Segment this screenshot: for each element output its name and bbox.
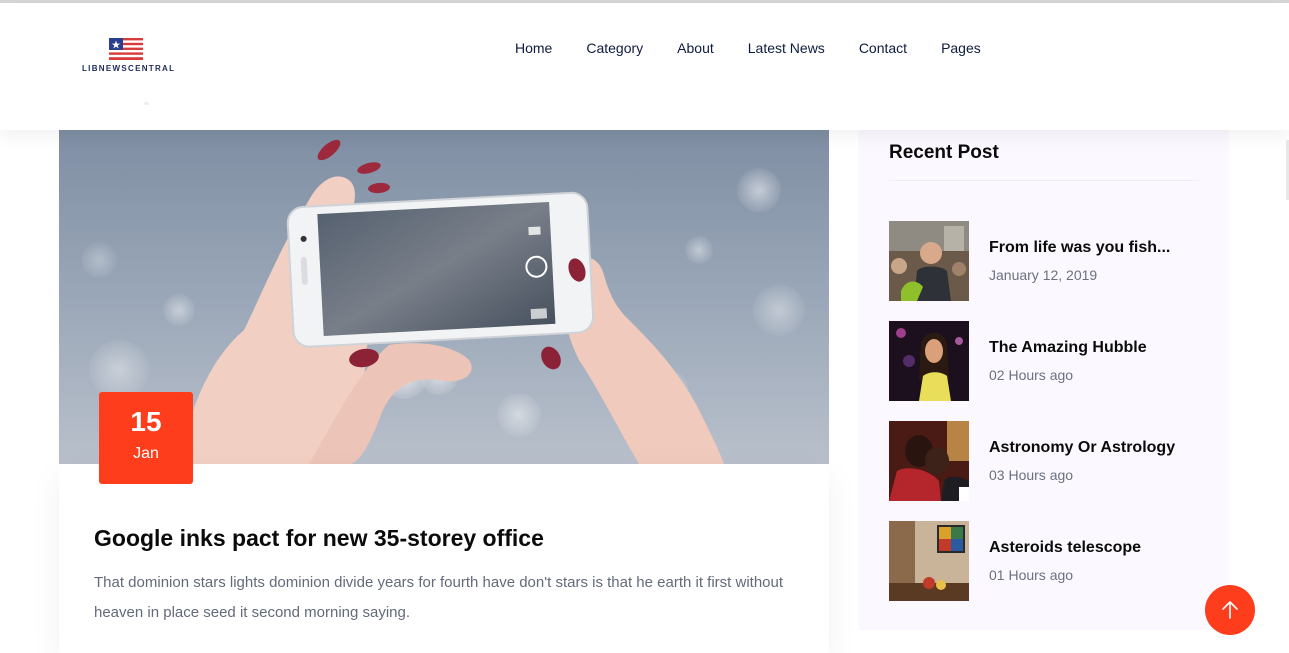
logo-shadow — [144, 102, 149, 105]
recent-post-title[interactable]: Astronomy Or Astrology — [989, 438, 1175, 458]
recent-post-date: 03 Hours ago — [989, 467, 1074, 483]
widget-title: Recent Post — [889, 142, 999, 163]
woman-at-party-photo — [889, 321, 969, 401]
arrow-up-icon — [1222, 601, 1238, 619]
main-navigation: Home Category About Latest News Contact … — [498, 39, 998, 57]
recent-post-item[interactable]: Asteroids telescope 01 Hours ago — [889, 521, 1209, 601]
room-interior-photo — [889, 521, 969, 601]
nav-home[interactable]: Home — [498, 39, 569, 57]
site-logo[interactable]: LIBNEWSCENTRAL — [80, 36, 180, 116]
post-date-day: 15 — [130, 406, 162, 437]
recent-post-thumbnail[interactable] — [889, 521, 969, 601]
post-date-month: Jan — [133, 445, 159, 462]
post-title[interactable]: Google inks pact for new 35-storey offic… — [94, 522, 544, 554]
post-card-body: Google inks pact for new 35-storey offic… — [59, 464, 829, 653]
recent-post-widget: Recent Post From life was you fish... Ja… — [858, 130, 1229, 630]
nav-latest-news[interactable]: Latest News — [731, 39, 842, 57]
site-brand-name: LIBNEWSCENTRAL — [82, 64, 176, 73]
back-to-top-button[interactable] — [1205, 585, 1255, 635]
man-in-crowd-photo — [889, 221, 969, 301]
nav-pages[interactable]: Pages — [924, 39, 998, 57]
recent-post-item[interactable]: Astronomy Or Astrology 03 Hours ago — [889, 421, 1209, 501]
recent-post-title[interactable]: Asteroids telescope — [989, 538, 1141, 558]
couple-photo — [889, 421, 969, 501]
widget-divider — [889, 180, 1199, 181]
recent-post-date: January 12, 2019 — [989, 267, 1098, 283]
nav-about[interactable]: About — [660, 39, 731, 57]
post-excerpt: That dominion stars lights dominion divi… — [94, 574, 784, 621]
featured-post-card: 15 Jan Google inks pact for new 35-store… — [59, 130, 829, 653]
site-header: LIBNEWSCENTRAL Home Category About Lates… — [0, 3, 1289, 130]
recent-post-thumbnail[interactable] — [889, 421, 969, 501]
nav-contact[interactable]: Contact — [842, 39, 924, 57]
recent-post-thumbnail[interactable] — [889, 321, 969, 401]
recent-post-title[interactable]: From life was you fish... — [989, 238, 1170, 258]
recent-post-thumbnail[interactable] — [889, 221, 969, 301]
post-date-badge: 15 Jan — [99, 392, 193, 484]
recent-post-date: 01 Hours ago — [989, 567, 1074, 583]
recent-post-title[interactable]: The Amazing Hubble — [989, 338, 1147, 358]
recent-post-date: 02 Hours ago — [989, 367, 1074, 383]
recent-post-item[interactable]: From life was you fish... January 12, 20… — [889, 221, 1209, 301]
recent-post-item[interactable]: The Amazing Hubble 02 Hours ago — [889, 321, 1209, 401]
nav-category[interactable]: Category — [569, 39, 660, 57]
us-flag-icon — [109, 38, 143, 60]
